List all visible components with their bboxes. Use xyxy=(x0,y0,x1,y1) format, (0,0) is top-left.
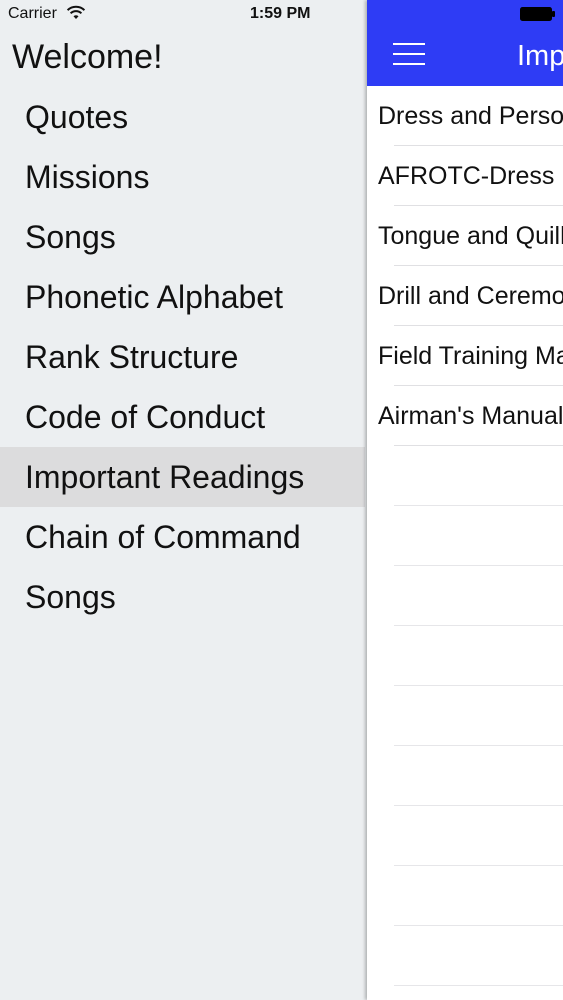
empty-row xyxy=(367,866,563,926)
empty-row xyxy=(367,746,563,806)
empty-row xyxy=(367,686,563,746)
menu-item-missions[interactable]: Missions xyxy=(0,147,365,207)
empty-row xyxy=(367,926,563,986)
page-title: Important Readings xyxy=(517,40,563,72)
empty-row xyxy=(367,446,563,506)
menu-item-chain-of-command[interactable]: Chain of Command xyxy=(0,507,365,567)
menu-item-important-readings[interactable]: Important Readings xyxy=(0,447,365,507)
readings-list: Dress and Personal Appearance AFROTC-Dre… xyxy=(367,86,563,1000)
hamburger-menu-icon[interactable] xyxy=(393,43,425,65)
status-time: 1:59 PM xyxy=(250,5,311,22)
empty-row xyxy=(367,986,563,1000)
reading-item-airmans-manual[interactable]: Airman's Manual xyxy=(367,386,563,446)
empty-row xyxy=(367,626,563,686)
menu-header: Welcome! xyxy=(12,38,163,76)
empty-row xyxy=(367,806,563,866)
menu-item-code-of-conduct[interactable]: Code of Conduct xyxy=(0,387,365,447)
reading-item-drill-and-ceremonies[interactable]: Drill and Ceremonies xyxy=(367,266,563,326)
reading-item-afrotc-dress[interactable]: AFROTC-Dress xyxy=(367,146,563,206)
menu-item-songs[interactable]: Songs xyxy=(0,207,365,267)
empty-row xyxy=(367,506,563,566)
reading-item-dress-appearance[interactable]: Dress and Personal Appearance xyxy=(367,86,563,146)
menu-item-quotes[interactable]: Quotes xyxy=(0,87,365,147)
menu-list: Quotes Missions Songs Phonetic Alphabet … xyxy=(0,87,365,627)
main-panel[interactable]: Important Readings Dress and Personal Ap… xyxy=(367,0,563,1000)
reading-item-tongue-and-quill[interactable]: Tongue and Quill xyxy=(367,206,563,266)
reading-item-field-training-manual[interactable]: Field Training Manual xyxy=(367,326,563,386)
carrier-label: Carrier xyxy=(8,5,57,22)
wifi-icon xyxy=(66,5,86,19)
menu-item-songs-2[interactable]: Songs xyxy=(0,567,365,627)
menu-item-phonetic-alphabet[interactable]: Phonetic Alphabet xyxy=(0,267,365,327)
menu-item-rank-structure[interactable]: Rank Structure xyxy=(0,327,365,387)
battery-icon xyxy=(520,7,555,21)
nav-status-area xyxy=(367,0,563,28)
status-bar: Carrier 1:59 PM xyxy=(0,0,367,28)
nav-bar: Important Readings xyxy=(367,0,563,86)
empty-row xyxy=(367,566,563,626)
side-menu: Welcome! Quotes Missions Songs Phonetic … xyxy=(0,28,367,1000)
